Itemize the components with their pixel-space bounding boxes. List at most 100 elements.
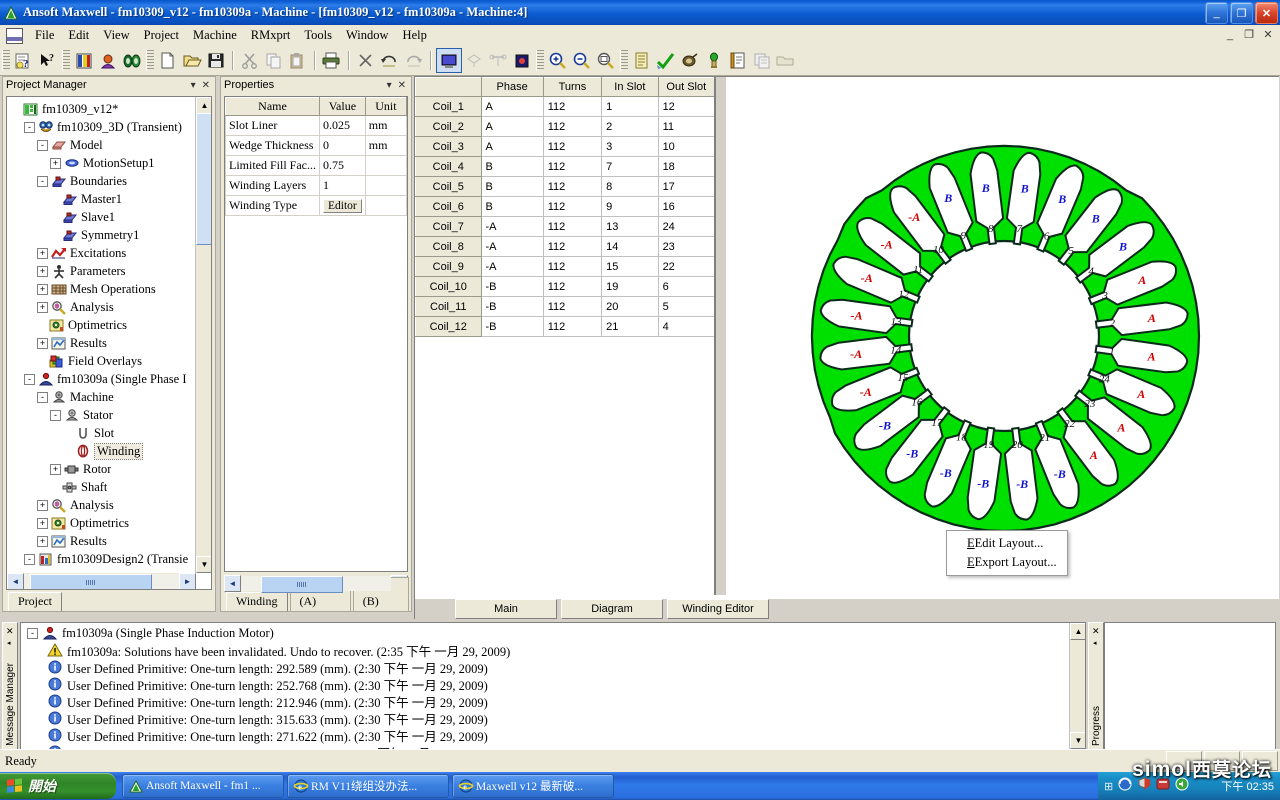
tree-item-model[interactable]: - Model bbox=[9, 136, 196, 154]
toolbar-grip[interactable] bbox=[62, 50, 70, 71]
collapse-toggle-icon[interactable]: - bbox=[50, 409, 61, 421]
close-icon[interactable]: ✕ bbox=[398, 80, 406, 91]
message-row[interactable]: User Defined Primitive: One-turn length:… bbox=[21, 693, 1069, 710]
message-list-scrollbar[interactable]: ▲ ▼ bbox=[1069, 623, 1085, 749]
collapse-toggle-icon[interactable]: - bbox=[24, 373, 35, 385]
scroll-down-icon[interactable]: ▼ bbox=[1070, 732, 1085, 749]
message-row[interactable]: User Defined Primitive: One-turn length:… bbox=[21, 676, 1069, 693]
properties-column-unit[interactable]: Unit bbox=[364, 97, 407, 116]
help-context-icon[interactable]: ? bbox=[12, 49, 36, 72]
coil-cell-in-slot[interactable]: 15 bbox=[601, 256, 659, 277]
coil-cell-phase[interactable]: A bbox=[480, 136, 544, 157]
select-vertex-icon[interactable] bbox=[510, 49, 534, 72]
scroll-thumb[interactable] bbox=[196, 113, 211, 245]
coil-cell-phase[interactable]: -A bbox=[480, 256, 544, 277]
coil-cell-coil[interactable]: Coil_11 bbox=[415, 296, 482, 317]
tree-item-mesh-operations[interactable]: + Mesh Operations bbox=[9, 280, 196, 298]
coil-cell-phase[interactable]: A bbox=[480, 96, 544, 117]
coil-column-in-slot[interactable]: In Slot bbox=[601, 77, 659, 97]
coil-cell-turns[interactable]: 112 bbox=[542, 96, 603, 117]
menu-item-file[interactable]: File bbox=[28, 26, 61, 45]
coil-cell-phase[interactable]: -B bbox=[480, 316, 544, 337]
tree-item-results[interactable]: + Results bbox=[9, 532, 196, 550]
table-row[interactable]: Coil_12 -B 112 21 4 bbox=[415, 316, 715, 337]
tree-item-winding[interactable]: Winding bbox=[9, 442, 196, 460]
message-list-container[interactable]: - fm10309a (Single Phase Induction Motor)… bbox=[20, 622, 1086, 750]
properties-row[interactable]: Slot Liner 0.025 mm bbox=[225, 115, 407, 136]
properties-column-value[interactable]: Value bbox=[319, 97, 366, 116]
taskbar-button-2[interactable]: e RM V11绕组没办法... bbox=[287, 774, 449, 798]
tree-item-fm10309a-single-phase-i[interactable]: - fm10309a (Single Phase I bbox=[9, 370, 196, 388]
properties-row[interactable]: Limited Fill Fac... 0.75 bbox=[225, 155, 407, 176]
coil-cell-turns[interactable]: 112 bbox=[542, 236, 603, 257]
undo-icon[interactable] bbox=[378, 49, 402, 72]
validate-icon[interactable] bbox=[630, 49, 654, 72]
message-manager-icon[interactable] bbox=[120, 49, 144, 72]
coil-cell-phase[interactable]: B bbox=[480, 196, 544, 217]
property-value[interactable]: 0.75 bbox=[319, 155, 366, 176]
tree-item-rotor[interactable]: + Rotor bbox=[9, 460, 196, 478]
coil-cell-coil[interactable]: Coil_2 bbox=[415, 116, 482, 137]
project-tree-vertical-scrollbar[interactable]: ▲ ▼ bbox=[195, 97, 211, 573]
scroll-right-icon[interactable]: ► bbox=[179, 572, 196, 589]
tree-item-parameters[interactable]: + Parameters bbox=[9, 262, 196, 280]
chevron-down-icon[interactable]: ▾ bbox=[387, 80, 392, 91]
menu-item-window[interactable]: Window bbox=[339, 26, 396, 45]
close-icon[interactable]: ✕ bbox=[6, 626, 14, 637]
property-value[interactable]: 0 bbox=[319, 135, 366, 156]
coil-cell-coil[interactable]: Coil_10 bbox=[415, 276, 482, 297]
expand-toggle-icon[interactable]: + bbox=[37, 283, 48, 295]
properties-row[interactable]: Winding Type Editor bbox=[225, 195, 407, 216]
menu-item-edit[interactable]: Edit bbox=[61, 26, 96, 45]
table-row[interactable]: Coil_5 B 112 8 17 bbox=[415, 176, 715, 197]
tree-item-machine[interactable]: - Machine bbox=[9, 388, 196, 406]
tree-item-optimetrics[interactable]: + Optimetrics bbox=[9, 514, 196, 532]
coil-cell-out-slot[interactable]: 22 bbox=[657, 256, 715, 277]
coil-cell-in-slot[interactable]: 9 bbox=[601, 196, 659, 217]
tree-item-results[interactable]: + Results bbox=[9, 334, 196, 352]
properties-window-icon[interactable] bbox=[96, 49, 120, 72]
taskbar-button-3[interactable]: e Maxwell v12 最新破... bbox=[452, 774, 614, 798]
coil-cell-turns[interactable]: 112 bbox=[542, 296, 603, 317]
show-desktop-icon[interactable]: ⊞ bbox=[1104, 780, 1113, 793]
coil-cell-out-slot[interactable]: 12 bbox=[657, 96, 715, 117]
probe-icon[interactable] bbox=[702, 49, 726, 72]
start-button[interactable]: 開始 bbox=[0, 773, 116, 799]
coil-cell-out-slot[interactable]: 24 bbox=[657, 216, 715, 237]
coil-cell-in-slot[interactable]: 21 bbox=[601, 316, 659, 337]
properties-horizontal-scrollbar[interactable]: ◄ ► bbox=[224, 574, 408, 593]
collapse-toggle-icon[interactable]: - bbox=[24, 553, 35, 565]
close-icon[interactable]: ✕ bbox=[202, 80, 210, 91]
toolbar-grip[interactable] bbox=[2, 50, 10, 71]
mdi-minimize-button[interactable]: _ bbox=[1222, 27, 1238, 42]
tree-item-master1[interactable]: Master1 bbox=[9, 190, 196, 208]
coil-cell-out-slot[interactable]: 6 bbox=[657, 276, 715, 297]
table-row[interactable]: Coil_8 -A 112 14 23 bbox=[415, 236, 715, 257]
winding-editor-button[interactable]: Editor bbox=[323, 199, 362, 213]
menu-item-export-layout[interactable]: EExport Layout... bbox=[947, 553, 1067, 572]
tree-item-shaft[interactable]: Shaft bbox=[9, 478, 196, 496]
collapse-toggle-icon[interactable]: - bbox=[24, 121, 35, 133]
message-row[interactable]: User Defined Primitive: One-turn length:… bbox=[21, 727, 1069, 744]
coil-cell-turns[interactable]: 112 bbox=[542, 196, 603, 217]
close-icon[interactable]: ✕ bbox=[1092, 626, 1100, 637]
project-manager-icon[interactable] bbox=[72, 49, 96, 72]
coil-cell-out-slot[interactable]: 11 bbox=[657, 116, 715, 137]
network-icon[interactable] bbox=[1118, 777, 1133, 795]
coil-cell-out-slot[interactable]: 5 bbox=[657, 296, 715, 317]
tree-item-slave1[interactable]: Slave1 bbox=[9, 208, 196, 226]
table-row[interactable]: Coil_9 -A 112 15 22 bbox=[415, 256, 715, 277]
menu-item-tools[interactable]: Tools bbox=[297, 26, 339, 45]
properties-row[interactable]: Winding Layers 1 bbox=[225, 175, 407, 196]
message-row[interactable]: - fm10309a (Single Phase Induction Motor) bbox=[21, 625, 1069, 642]
menu-item-edit-layout[interactable]: EEdit Layout... bbox=[947, 534, 1067, 553]
coil-cell-in-slot[interactable]: 19 bbox=[601, 276, 659, 297]
collapse-toggle-icon[interactable]: - bbox=[37, 391, 48, 403]
tree-item-excitations[interactable]: + Excitations bbox=[9, 244, 196, 262]
coil-cell-turns[interactable]: 112 bbox=[542, 176, 603, 197]
expand-toggle-icon[interactable]: + bbox=[37, 337, 48, 349]
tree-item-boundaries[interactable]: - Boundaries bbox=[9, 172, 196, 190]
fit-all-icon[interactable] bbox=[594, 49, 618, 72]
menu-item-machine[interactable]: Machine bbox=[186, 26, 244, 45]
table-row[interactable]: Coil_6 B 112 9 16 bbox=[415, 196, 715, 217]
